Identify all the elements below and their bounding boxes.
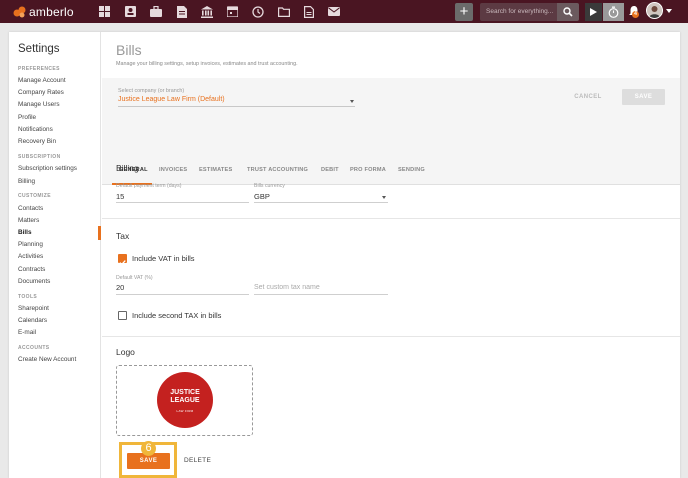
include-vat-checkbox[interactable]	[118, 254, 127, 266]
sidebar-item-bills[interactable]: Bills	[18, 229, 32, 236]
tab-estimates[interactable]: ESTIMATES	[199, 167, 232, 173]
cancel-button[interactable]: CANCEL	[568, 90, 608, 104]
sidebar-item-planning[interactable]: Planning	[18, 241, 43, 248]
sidebar-item-billing[interactable]: Billing	[18, 178, 35, 185]
main-content: Bills Manage your billing settings, setu…	[102, 32, 680, 478]
settings-panel: Settings PREFERENCES Manage Account Comp…	[9, 32, 680, 478]
custom-tax-name-input[interactable]: Set custom tax name	[254, 284, 320, 291]
payment-term-label: Default payment term (days)	[116, 183, 182, 189]
payment-term-underline	[116, 202, 249, 203]
contacts-icon[interactable]	[124, 5, 137, 18]
page-subtitle: Manage your billing settings, setup invo…	[116, 61, 298, 67]
calendar-icon[interactable]	[226, 5, 239, 18]
amberlo-logo[interactable]: amberlo	[13, 4, 74, 20]
timer-button[interactable]	[603, 3, 624, 21]
tab-invoices[interactable]: INVOICES	[159, 167, 187, 173]
sidebar-section-accounts: ACCOUNTS	[18, 345, 50, 351]
user-avatar[interactable]	[646, 2, 663, 19]
sidebar-item-activities[interactable]: Activities	[18, 253, 43, 260]
dashboard-icon[interactable]	[98, 5, 111, 18]
company-select-value: Justice League Law Firm (Default)	[118, 96, 225, 103]
stopwatch-icon	[608, 6, 619, 18]
billing-section-title: Billing	[116, 163, 139, 173]
tab-pro-forma[interactable]: PRO FORMA	[350, 167, 386, 173]
default-vat-input[interactable]: 20	[116, 283, 124, 292]
search-icon	[563, 7, 573, 17]
play-icon	[590, 8, 597, 16]
settings-sidebar: Settings PREFERENCES Manage Account Comp…	[9, 32, 101, 478]
sidebar-item-contracts[interactable]: Contracts	[18, 266, 45, 273]
tutorial-step-badge: 6	[141, 441, 156, 456]
logo-text-line-1: JUSTICE	[170, 389, 200, 396]
tab-trust-accounting[interactable]: TRUST ACCOUNTING	[247, 167, 308, 173]
currency-underline	[254, 202, 388, 203]
top-bar: amberlo + Search for everything... 4	[0, 0, 688, 23]
documents-icon[interactable]	[175, 5, 188, 18]
include-second-tax-checkbox[interactable]	[118, 311, 127, 320]
sidebar-item-email[interactable]: E-mail	[18, 329, 36, 336]
logo-text-line-2: LEAGUE	[170, 397, 200, 404]
company-select-label: Select company (or branch)	[118, 88, 185, 94]
page-title: Bills	[116, 42, 142, 58]
section-divider	[102, 218, 680, 219]
tab-debit[interactable]: DEBIT	[321, 167, 339, 173]
logo-section-title: Logo	[116, 347, 135, 357]
sidebar-item-manage-users[interactable]: Manage Users	[18, 101, 60, 108]
company-logo-image: JUSTICE LEAGUE LAW FIRM	[157, 372, 213, 428]
user-menu-caret-icon[interactable]	[666, 9, 672, 13]
sidebar-item-manage-account[interactable]: Manage Account	[18, 77, 66, 84]
company-header: Select company (or branch) Justice Leagu…	[102, 78, 680, 185]
folder-icon[interactable]	[277, 5, 290, 18]
sidebar-title: Settings	[18, 43, 60, 55]
checkmark-icon	[119, 260, 126, 266]
bank-icon[interactable]	[200, 5, 213, 18]
default-vat-underline	[116, 294, 249, 295]
company-select[interactable]: Justice League Law Firm (Default)	[118, 95, 355, 107]
save-settings-button[interactable]: SAVE	[622, 89, 665, 105]
include-vat-label: Include VAT in bills	[132, 254, 195, 263]
sidebar-item-company-rates[interactable]: Company Rates	[18, 89, 64, 96]
sidebar-item-documents[interactable]: Documents	[18, 278, 50, 285]
sidebar-item-profile[interactable]: Profile	[18, 114, 36, 121]
app-name: amberlo	[29, 5, 74, 19]
activities-icon[interactable]	[251, 5, 264, 18]
sidebar-item-recovery-bin[interactable]: Recovery Bin	[18, 138, 56, 145]
global-search-input[interactable]: Search for everything...	[480, 3, 557, 21]
sidebar-item-notifications[interactable]: Notifications	[18, 126, 53, 133]
sidebar-item-subscription-settings[interactable]: Subscription settings	[18, 165, 77, 172]
include-second-tax-label: Include second TAX in bills	[132, 311, 222, 320]
plus-icon: +	[459, 3, 469, 20]
tab-sending[interactable]: SENDING	[398, 167, 425, 173]
currency-select[interactable]: GBP	[254, 192, 270, 201]
chevron-down-icon	[350, 100, 354, 103]
delete-logo-button[interactable]: DELETE	[184, 457, 211, 464]
section-divider	[102, 336, 680, 337]
sidebar-section-customize: CUSTOMIZE	[18, 193, 51, 199]
sidebar-section-preferences: PREFERENCES	[18, 66, 60, 72]
custom-tax-name-underline	[254, 294, 388, 295]
default-vat-label: Default VAT (%)	[116, 275, 153, 281]
currency-label: Bills currency	[254, 183, 285, 189]
logo-text-line-3: LAW FIRM	[176, 409, 194, 413]
start-timer-button[interactable]	[585, 3, 602, 21]
add-new-button[interactable]: +	[455, 3, 473, 21]
sidebar-item-contacts[interactable]: Contacts	[18, 205, 43, 212]
bills-icon[interactable]	[302, 5, 315, 18]
sidebar-item-calendars[interactable]: Calendars	[18, 317, 47, 324]
amberlo-logo-icon	[13, 6, 26, 18]
sidebar-section-subscription: SUBSCRIPTION	[18, 154, 61, 160]
payment-term-input[interactable]: 15	[116, 192, 124, 201]
search-button[interactable]	[557, 3, 579, 21]
mail-icon[interactable]	[327, 5, 340, 18]
sidebar-item-create-new-account[interactable]: Create New Account	[18, 356, 76, 363]
logo-upload-area[interactable]: JUSTICE LEAGUE LAW FIRM	[116, 365, 253, 436]
tax-section-title: Tax	[116, 231, 130, 241]
sidebar-section-tools: TOOLS	[18, 294, 38, 300]
sidebar-active-indicator	[98, 226, 101, 240]
sidebar-item-sharepoint[interactable]: Sharepoint	[18, 305, 49, 312]
matters-icon[interactable]	[149, 5, 162, 18]
notification-badge: 4	[632, 11, 639, 18]
currency-chevron-down-icon[interactable]	[382, 196, 386, 199]
sidebar-item-matters[interactable]: Matters	[18, 217, 39, 224]
